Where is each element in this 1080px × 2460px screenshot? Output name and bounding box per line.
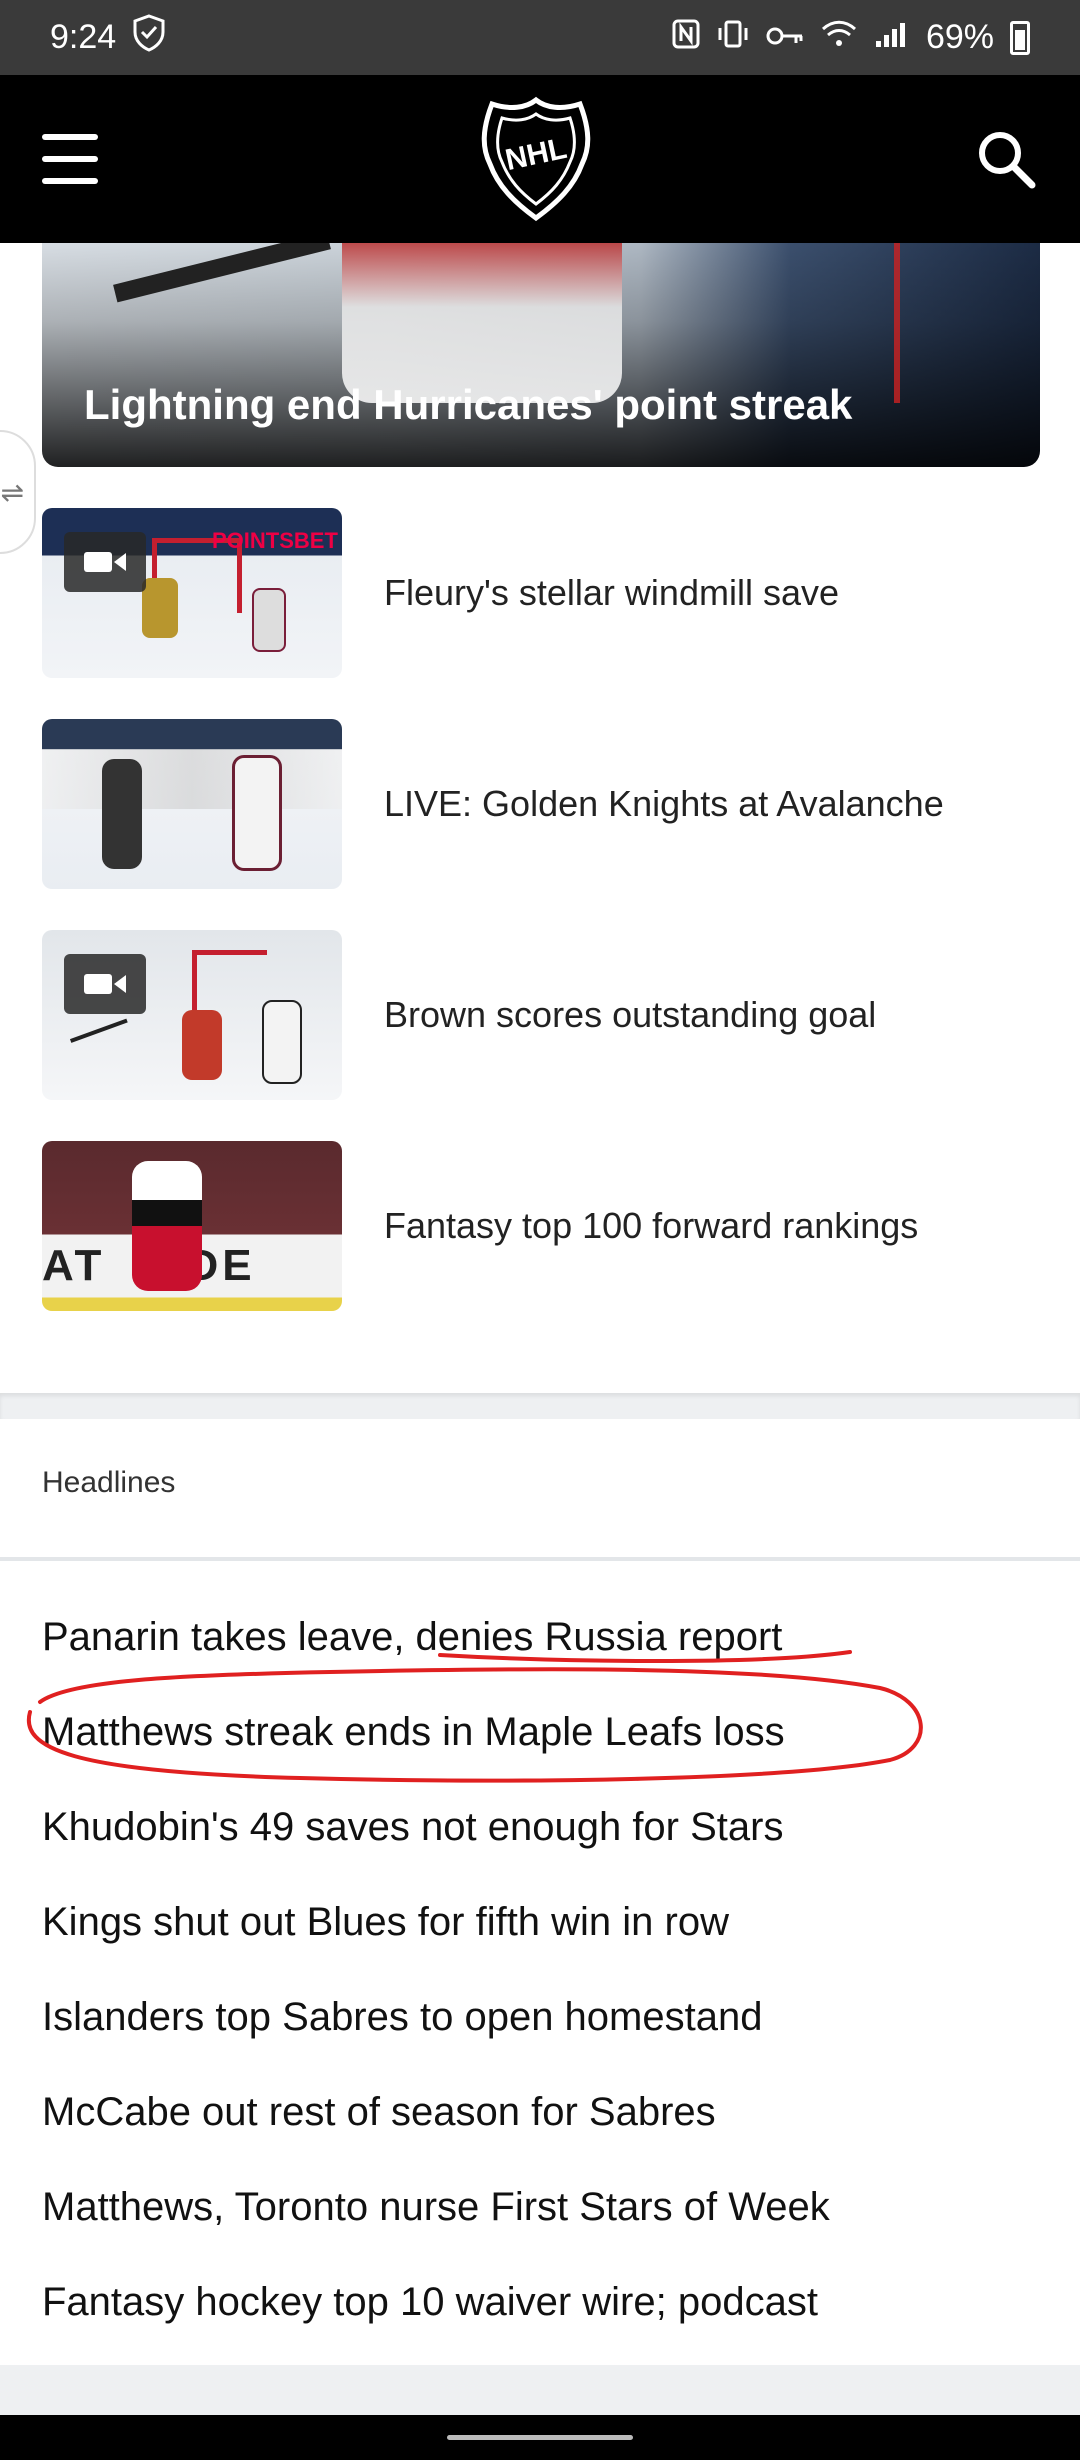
hero-image-stick	[113, 243, 331, 303]
headline-link[interactable]: Kings shut out Blues for fifth win in ro…	[42, 1875, 1042, 1970]
section-divider	[0, 1393, 1080, 1419]
shield-icon	[132, 14, 166, 61]
headline-link[interactable]: McCabe out rest of season for Sabres	[42, 2065, 1042, 2160]
system-nav-bar	[0, 2415, 1080, 2460]
video-title: LIVE: Golden Knights at Avalanche	[384, 783, 944, 824]
signal-icon	[874, 19, 910, 57]
hero-image-pad	[342, 243, 622, 403]
headlines-rule	[0, 1557, 1080, 1561]
video-thumbnail: AT DE	[42, 1141, 342, 1311]
video-title: Brown scores outstanding goal	[384, 994, 877, 1035]
headlines-heading: Headlines	[42, 1466, 176, 1499]
search-icon[interactable]	[974, 127, 1038, 191]
bottom-divider	[0, 2365, 1080, 2415]
nhl-logo[interactable]: NHL	[476, 94, 596, 224]
hamburger-menu-icon[interactable]	[42, 134, 98, 184]
hero-title: Lightning end Hurricanes' point streak	[84, 381, 853, 428]
video-thumbnail	[42, 719, 342, 889]
status-bar: 9:24 69%	[0, 0, 1080, 75]
status-left: 9:24	[50, 14, 166, 61]
gesture-handle[interactable]	[447, 2435, 633, 2440]
video-thumbnail: POINTSBET	[42, 508, 342, 678]
headline-link[interactable]: Panarin takes leave, denies Russia repor…	[42, 1590, 1042, 1685]
vpn-key-icon	[766, 21, 804, 55]
video-list: POINTSBET Fleury's stellar windmill save…	[42, 508, 1042, 1352]
vibrate-icon	[716, 19, 750, 57]
app-header: NHL	[0, 75, 1080, 243]
video-item[interactable]: POINTSBET Fleury's stellar windmill save	[42, 508, 1042, 719]
video-title: Fleury's stellar windmill save	[384, 572, 839, 613]
hero-story-card[interactable]: Lightning end Hurricanes' point streak	[42, 243, 1040, 467]
video-item[interactable]: LIVE: Golden Knights at Avalanche	[42, 719, 1042, 930]
headline-link[interactable]: Matthews, Toronto nurse First Stars of W…	[42, 2160, 1042, 2255]
battery-percent: 69%	[925, 18, 994, 56]
headline-link[interactable]: Khudobin's 49 saves not enough for Stars	[42, 1780, 1042, 1875]
video-item[interactable]: Brown scores outstanding goal	[42, 930, 1042, 1141]
headline-link[interactable]: Islanders top Sabres to open homestand	[42, 1970, 1042, 2065]
video-title: Fantasy top 100 forward rankings	[384, 1205, 919, 1246]
side-panel-handle[interactable]: ⇌	[0, 430, 36, 554]
video-item[interactable]: AT DE Fantasy top 100 forward rankings	[42, 1141, 1042, 1352]
hero-image-net	[894, 243, 1020, 403]
headline-list: Panarin takes leave, denies Russia repor…	[42, 1590, 1042, 2350]
headline-link[interactable]: Fantasy hockey top 10 waiver wire; podca…	[42, 2255, 1042, 2350]
video-camera-icon	[64, 532, 146, 592]
nfc-icon	[672, 19, 700, 57]
video-thumbnail	[42, 930, 342, 1100]
video-camera-icon	[64, 954, 146, 1014]
headline-link[interactable]: Matthews streak ends in Maple Leafs loss	[42, 1685, 1042, 1780]
status-right: 69%	[672, 18, 1030, 57]
wifi-icon	[820, 19, 858, 57]
status-time: 9:24	[50, 18, 117, 56]
battery-icon	[1010, 20, 1030, 55]
